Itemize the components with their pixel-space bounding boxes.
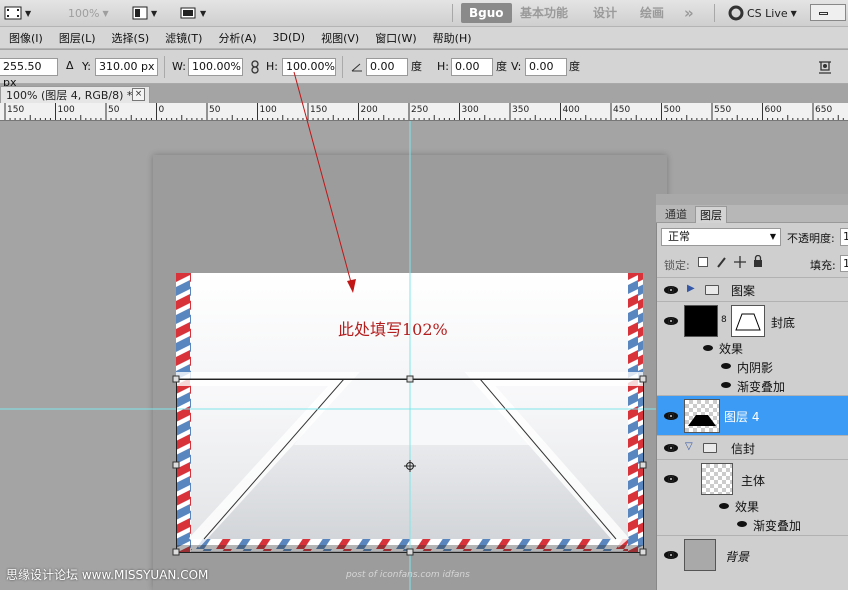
mask-shape-icon <box>735 313 761 331</box>
lock-label: 锁定: <box>664 259 690 272</box>
layer-thumbnail <box>684 305 718 337</box>
visibility-eye-icon[interactable] <box>719 503 729 509</box>
effect-name: 渐变叠加 <box>753 519 802 533</box>
visibility-eye-icon[interactable] <box>664 551 678 559</box>
effect-row-inner-shadow[interactable]: 内阴影 <box>657 357 848 376</box>
watermark-center: post of iconfans.com idfans <box>346 570 470 580</box>
layer-mask-thumbnail <box>731 305 765 337</box>
tab-channels[interactable]: 通道 <box>661 206 691 223</box>
transform-handle-bottom-right[interactable] <box>639 548 647 556</box>
effect-name: 内阴影 <box>737 361 774 375</box>
transform-handle-top-right[interactable] <box>639 375 647 383</box>
visibility-eye-icon[interactable] <box>664 317 678 325</box>
blend-mode-value: 正常 <box>668 230 690 243</box>
visibility-eye-icon[interactable] <box>664 286 678 294</box>
tab-layers[interactable]: 图层 <box>695 206 727 223</box>
effect-name: 渐变叠加 <box>737 380 786 394</box>
layer-effects-header[interactable]: 效果 <box>657 497 848 515</box>
folder-icon <box>703 443 717 453</box>
chevron-down-icon: ▼ <box>769 232 776 241</box>
watermark-left: 思缘设计论坛 www.MISSYUAN.COM <box>6 568 209 582</box>
lock-icon[interactable] <box>752 255 764 268</box>
annotation-arrowhead <box>347 279 356 293</box>
transform-handle-left[interactable] <box>172 461 180 469</box>
layer-name: 图层 4 <box>724 410 760 424</box>
move-icon[interactable] <box>734 256 746 268</box>
fill-label: 填充: <box>810 259 836 272</box>
transform-handle-bottom[interactable] <box>406 548 414 556</box>
layer-row-background[interactable]: 背景 <box>657 535 848 573</box>
layer-row-pattern-group[interactable]: ▶ 图案 <box>657 277 848 301</box>
panel-header-strip[interactable] <box>656 194 848 205</box>
layer-thumbnail <box>684 399 720 433</box>
transform-handle-top-left[interactable] <box>172 375 180 383</box>
effect-row-gradient-overlay[interactable]: 渐变叠加 <box>657 376 848 395</box>
disclosure-triangle-expanded-icon[interactable]: ▽ <box>685 441 693 452</box>
layer-name: 封底 <box>771 316 796 330</box>
layer-name: 信封 <box>731 442 756 456</box>
visibility-eye-icon[interactable] <box>737 521 747 527</box>
layer-name: 主体 <box>741 474 766 488</box>
opacity-label: 不透明度: <box>787 232 835 245</box>
layer-thumbnail <box>701 463 733 495</box>
effects-label: 效果 <box>735 500 760 514</box>
visibility-eye-icon[interactable] <box>721 363 731 369</box>
layer-row-body[interactable]: 主体 <box>657 459 848 497</box>
layer-effects-header[interactable]: 效果 <box>657 339 848 357</box>
annotation-arrow-line <box>293 71 353 287</box>
transform-handle-top[interactable] <box>406 375 414 383</box>
visibility-eye-icon[interactable] <box>664 444 678 452</box>
visibility-eye-icon[interactable] <box>703 345 713 351</box>
lock-transparency-icon[interactable] <box>698 257 708 267</box>
layer-name: 背景 <box>725 550 750 564</box>
envelope-flap-thumbnail-icon <box>688 415 716 426</box>
fill-field[interactable]: 1 <box>840 255 848 272</box>
layer-row-back-cover[interactable]: 8 封底 <box>657 301 848 339</box>
disclosure-triangle-icon[interactable]: ▶ <box>687 283 695 294</box>
layer-name: 图案 <box>731 284 756 298</box>
layer-row-layer-4-selected[interactable]: 图层 4 <box>657 395 848 435</box>
link-icon[interactable]: 8 <box>721 315 727 325</box>
layer-thumbnail <box>684 539 716 571</box>
effect-row-gradient-overlay[interactable]: 渐变叠加 <box>657 515 848 535</box>
visibility-eye-icon[interactable] <box>664 475 678 483</box>
blend-mode-select[interactable]: 正常 ▼ <box>661 228 781 246</box>
visibility-eye-icon[interactable] <box>664 412 678 420</box>
brush-icon[interactable] <box>716 256 728 268</box>
reference-point-icon[interactable] <box>404 460 416 472</box>
opacity-field[interactable]: 1 <box>840 228 848 246</box>
transform-handle-right[interactable] <box>639 461 647 469</box>
transform-handle-bottom-left[interactable] <box>172 548 180 556</box>
effects-label: 效果 <box>719 342 744 356</box>
layer-row-envelope-group[interactable]: ▽ 信封 <box>657 435 848 459</box>
annotation-text: 此处填写102% <box>338 320 448 339</box>
visibility-eye-icon[interactable] <box>721 382 731 388</box>
folder-icon <box>705 285 719 295</box>
